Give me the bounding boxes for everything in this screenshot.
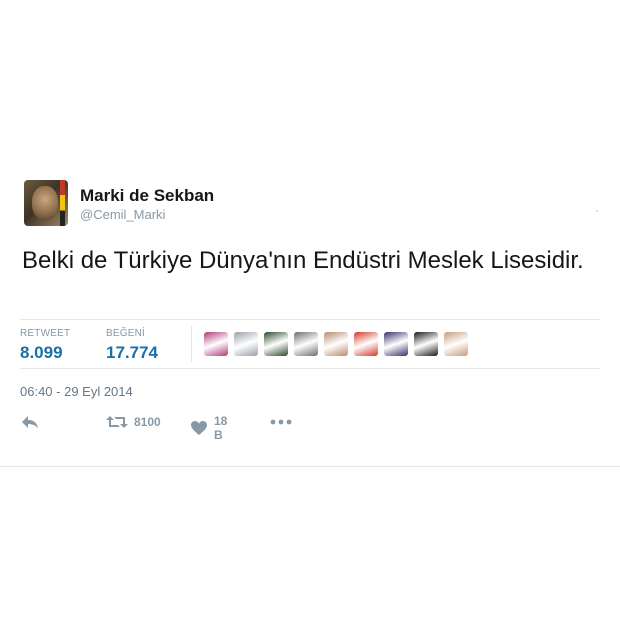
- liker-avatars: [204, 332, 468, 356]
- heart-icon: [190, 420, 208, 436]
- like-count[interactable]: 17.774: [106, 343, 158, 363]
- like-button[interactable]: 18 B: [190, 414, 227, 442]
- liker-avatar-1[interactable]: [204, 332, 228, 356]
- like-action-count: 18 B: [214, 414, 228, 442]
- tweet-text: Belki de Türkiye Dünya'nın Endüstri Mesl…: [22, 247, 584, 274]
- liker-avatar-8[interactable]: [414, 332, 438, 356]
- more-icon: [270, 414, 292, 430]
- dropdown-dot: [596, 210, 598, 212]
- liker-avatar-6[interactable]: [354, 332, 378, 356]
- liker-avatar-4[interactable]: [294, 332, 318, 356]
- retweet-action-count: 8100: [134, 415, 161, 429]
- card-bottom-border: [0, 466, 620, 467]
- avatar-stripe: [60, 180, 65, 226]
- user-name[interactable]: Marki de Sekban: [80, 186, 214, 206]
- liker-avatar-7[interactable]: [384, 332, 408, 356]
- avatar[interactable]: [24, 180, 68, 226]
- retweet-count[interactable]: 8.099: [20, 343, 63, 363]
- stats-separator: [191, 326, 192, 362]
- liker-avatar-2[interactable]: [234, 332, 258, 356]
- retweet-icon: [106, 414, 128, 430]
- liker-avatar-5[interactable]: [324, 332, 348, 356]
- more-button[interactable]: [270, 414, 292, 430]
- like-label: BEĞENİ: [106, 328, 145, 339]
- reply-icon: [20, 414, 40, 430]
- liker-avatar-9[interactable]: [444, 332, 468, 356]
- retweet-button[interactable]: 8100: [106, 414, 161, 430]
- tweet-card: Marki de Sekban @Cemil_Marki Belki de Tü…: [0, 0, 620, 620]
- retweet-label: RETWEET: [20, 328, 71, 339]
- tweet-timestamp[interactable]: 06:40 - 29 Eyl 2014: [20, 384, 133, 399]
- reply-button[interactable]: [20, 414, 40, 430]
- divider-top: [20, 319, 600, 320]
- liker-avatar-3[interactable]: [264, 332, 288, 356]
- user-handle[interactable]: @Cemil_Marki: [80, 207, 165, 222]
- avatar-face: [32, 186, 58, 220]
- divider-bottom: [20, 368, 600, 369]
